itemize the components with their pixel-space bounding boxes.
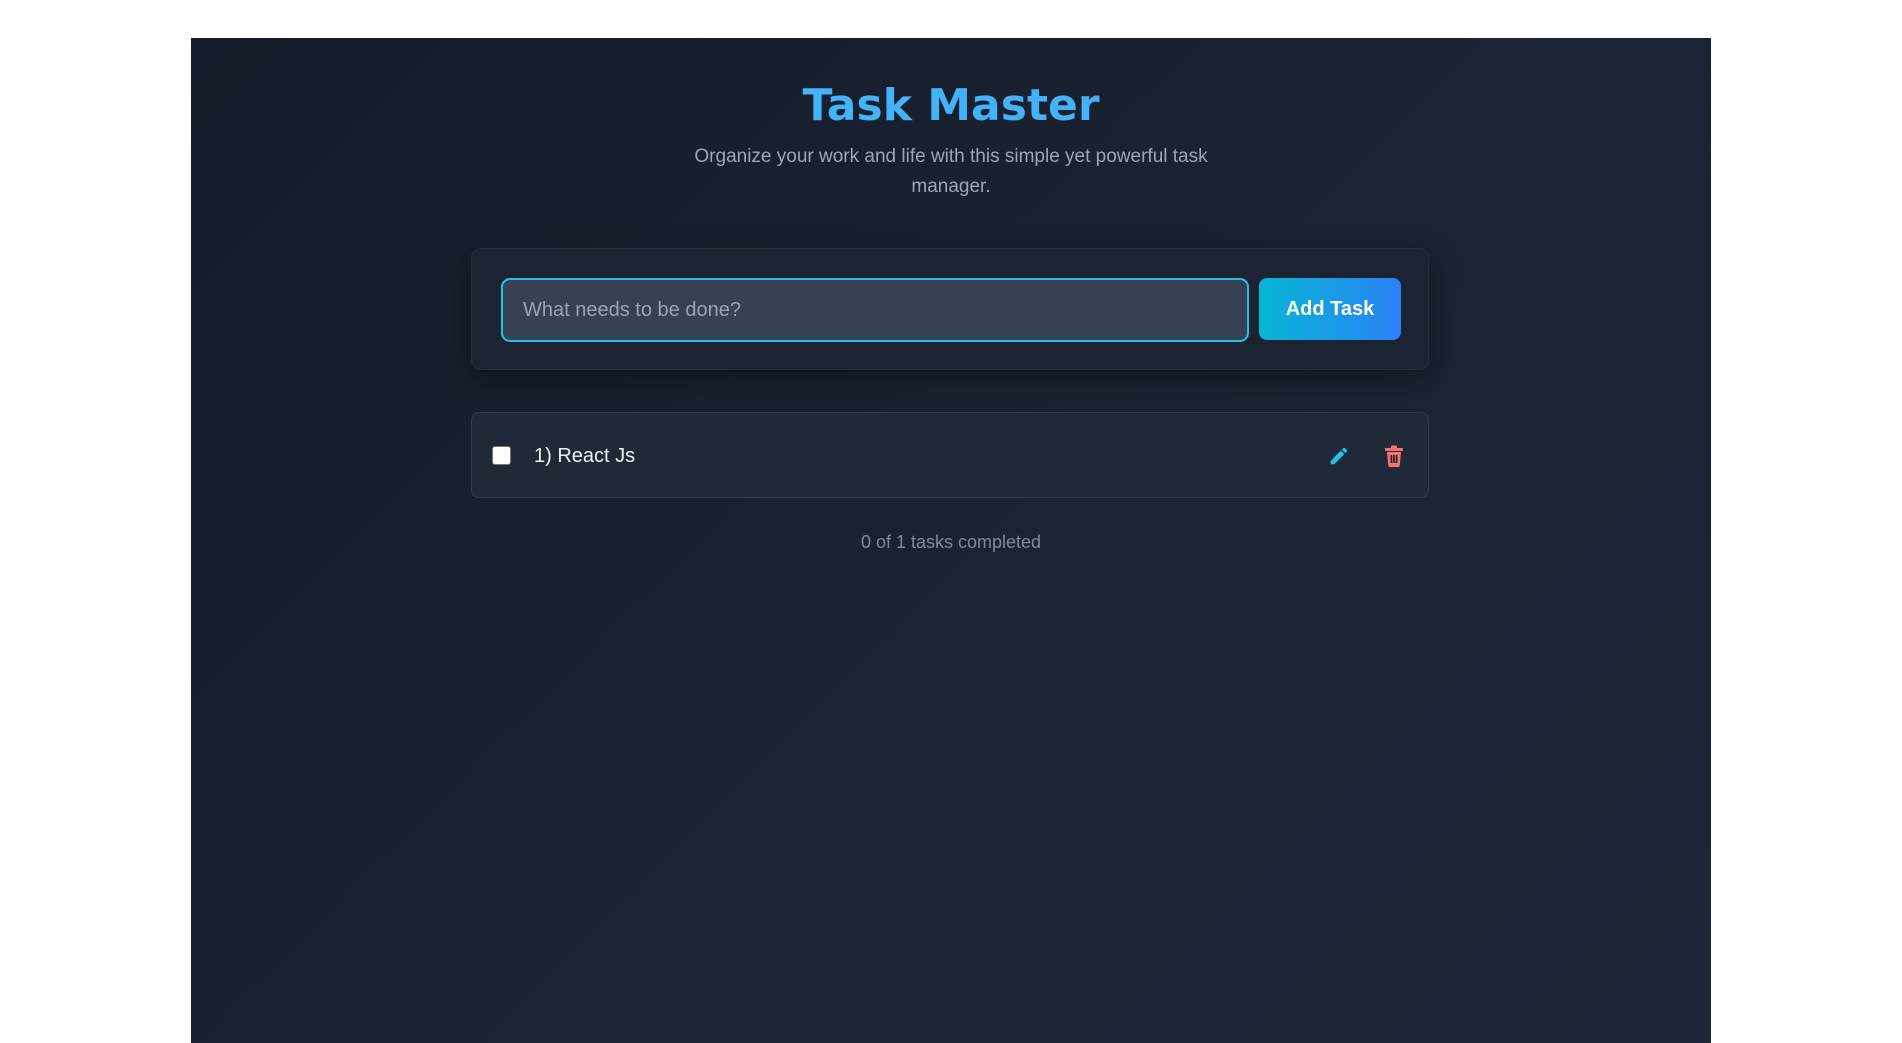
page-subtitle: Organize your work and life with this si… <box>694 146 1208 197</box>
tasks-completed-status: 0 of 1 tasks completed <box>860 532 1042 552</box>
task-label: 1) React Js <box>534 445 636 467</box>
task-list: 1) React Js <box>471 412 1429 498</box>
new-task-input[interactable] <box>501 278 1249 342</box>
add-task-button[interactable]: Add Task <box>1259 278 1401 340</box>
page-title: Task Master <box>191 78 1711 134</box>
edit-task-button[interactable] <box>1323 440 1355 472</box>
task-item: 1) React Js <box>471 412 1429 498</box>
pencil-icon <box>1330 447 1348 465</box>
app-container: Task Master Organize your work and life … <box>191 38 1711 1043</box>
header: Task Master Organize your work and life … <box>191 78 1711 202</box>
add-task-card: Add Task <box>471 248 1429 370</box>
task-complete-checkbox[interactable] <box>492 446 511 465</box>
trash-icon <box>1385 445 1403 467</box>
delete-task-button[interactable] <box>1378 440 1410 472</box>
